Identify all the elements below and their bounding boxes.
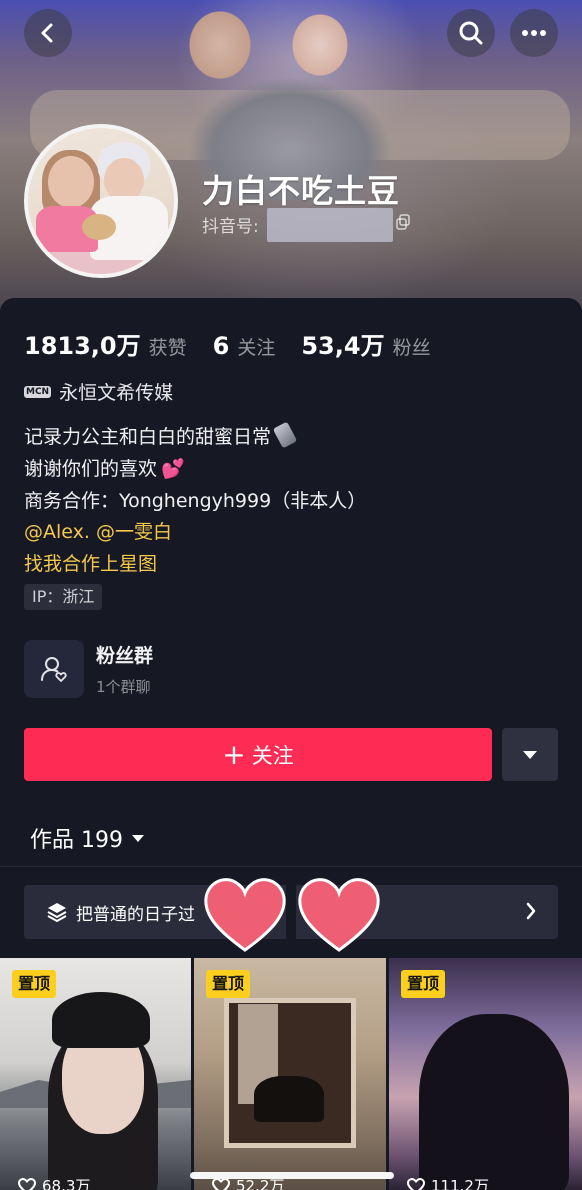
heart-sticker-icon: [298, 878, 380, 952]
heart-outline-icon: [212, 1177, 230, 1190]
followers-label[interactable]: 粉丝: [393, 333, 431, 360]
triangle-down-icon: [523, 750, 537, 759]
video-thumbnail[interactable]: 置顶 68.3万: [0, 958, 191, 1190]
plus-icon: +: [222, 737, 246, 771]
fan-group-icon-box: [24, 640, 84, 698]
bio-mentions-link[interactable]: @Alex. @一雯白: [24, 517, 172, 544]
profile-page: 力白不吃土豆 抖音号: 1813,0万 获赞 6 关注 53,4万 粉丝 MCN…: [0, 0, 582, 1190]
works-tab-label: 作品 199: [30, 828, 123, 853]
layers-icon: [47, 903, 67, 922]
bio-line-2: 谢谢你们的喜欢 💕: [24, 458, 185, 480]
chevron-right-icon: [526, 902, 536, 920]
recommend-dropdown-button[interactable]: [502, 728, 558, 781]
group-user-icon: [41, 657, 67, 682]
following-label[interactable]: 关注: [237, 333, 275, 360]
avatar[interactable]: [24, 124, 178, 278]
search-button[interactable]: [447, 9, 495, 57]
search-icon: [459, 21, 483, 45]
more-icon: [522, 30, 546, 36]
star-map-link[interactable]: 找我合作上星图: [24, 549, 157, 576]
video-likes: 111.2万: [407, 1175, 489, 1190]
back-icon: [41, 23, 53, 43]
followers-count[interactable]: 53,4万: [301, 326, 384, 361]
likes-label: 获赞: [148, 337, 187, 359]
back-button[interactable]: [24, 9, 72, 57]
collection-banner[interactable]: 把普通的日子过 g: [24, 885, 558, 939]
mcn-badge: MCN: [24, 385, 52, 398]
heart-sticker-icon: [204, 878, 286, 952]
video-thumbnail[interactable]: 置顶 111.2万: [389, 958, 582, 1190]
heart-emoji-icon: 💕: [161, 458, 185, 480]
heart-outline-icon: [407, 1177, 425, 1190]
douyin-id-label: 抖音号:: [202, 217, 259, 237]
collection-title: 把普通的日子过: [76, 905, 195, 925]
pinned-badge: 置顶: [12, 970, 57, 998]
video-likes: 68.3万: [18, 1175, 90, 1190]
fan-group-text: 粉丝群 1个群聊: [96, 641, 153, 697]
mcn-name: 永恒文希传媒: [59, 382, 174, 404]
profile-nickname: 力白不吃土豆: [202, 172, 401, 210]
fan-group-title: 粉丝群: [96, 645, 154, 667]
video-thumbnail[interactable]: 置顶 52.2万: [194, 958, 386, 1190]
douyin-id-redacted: [267, 208, 393, 242]
follow-button[interactable]: + 关注: [24, 728, 492, 781]
bio-line-3: 商务合作：Yonghengyh999（非本人）: [24, 490, 367, 512]
likes-count: 1813,0万: [24, 332, 141, 360]
fan-group-entry[interactable]: 粉丝群 1个群聊: [24, 640, 153, 698]
copy-icon[interactable]: [396, 214, 410, 230]
more-options-button[interactable]: [510, 9, 558, 57]
profile-stats: 1813,0万 获赞 6 关注 53,4万 粉丝: [24, 326, 457, 361]
fan-group-subtitle: 1个群聊: [96, 678, 151, 696]
heart-outline-icon: [18, 1177, 36, 1190]
following-count[interactable]: 6: [213, 332, 230, 360]
pinned-badge: 置顶: [401, 970, 446, 998]
home-indicator[interactable]: [190, 1172, 394, 1179]
follow-label: 关注: [251, 743, 294, 768]
mcn-row[interactable]: MCN 永恒文希传媒: [24, 378, 173, 405]
caret-down-icon: [132, 834, 144, 842]
pinned-badge: 置顶: [206, 970, 251, 998]
tab-works[interactable]: 作品 199: [30, 822, 145, 854]
tab-divider: [0, 866, 582, 867]
ip-location-tag: IP：浙江: [24, 584, 103, 610]
bio-line-1: 记录力公主和白白的甜蜜日常: [24, 421, 298, 449]
